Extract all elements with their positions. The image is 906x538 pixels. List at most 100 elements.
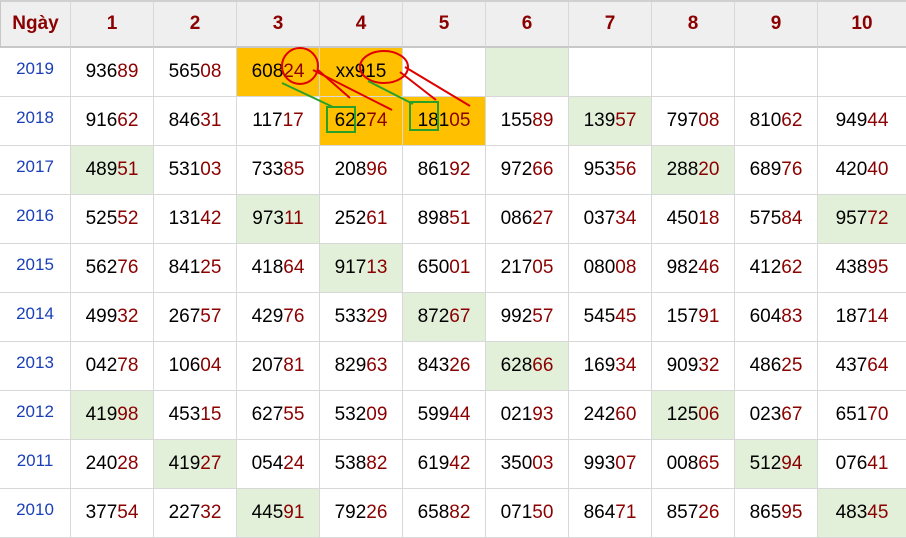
number-head: 865 (749, 502, 782, 523)
number-head: 792 (334, 502, 367, 523)
number-head: 125 (666, 404, 699, 425)
year-link[interactable]: 2013 (0, 342, 71, 391)
number-cell: 021 93 (486, 391, 569, 440)
number-head: 917 (334, 257, 367, 278)
number-head: 993 (583, 453, 616, 474)
number-tail: 11 (283, 208, 304, 229)
number-head: 619 (417, 453, 450, 474)
number-head: 419 (168, 453, 201, 474)
number-head: 797 (666, 110, 699, 131)
number-cell: 483 45 (818, 489, 906, 538)
number-head: 627 (251, 404, 284, 425)
number-head: 117 (252, 110, 283, 131)
number-cell (569, 48, 652, 97)
number-tail: 93 (532, 404, 554, 425)
number-tail: 03 (200, 159, 222, 180)
number-head: 531 (168, 159, 201, 180)
number-cell: 797 08 (652, 97, 735, 146)
number-cell: xx915 (320, 48, 403, 97)
number-cell: 861 92 (403, 146, 486, 195)
number-head: 953 (583, 159, 616, 180)
number-head: 949 (835, 110, 868, 131)
number-head: 532 (334, 404, 367, 425)
number-tail: 44 (867, 110, 889, 131)
number-head: 857 (666, 502, 699, 523)
number-cell: 628 66 (486, 342, 569, 391)
number-tail: 07 (615, 453, 637, 474)
year-link[interactable]: 2015 (0, 244, 71, 293)
number-cell: 429 76 (237, 293, 320, 342)
number-cell (652, 48, 735, 97)
number-cell: 512 94 (735, 440, 818, 489)
header-col-9: 9 (735, 2, 818, 48)
number-cell: 533 29 (320, 293, 403, 342)
number-head: 565 (168, 61, 201, 82)
number-cell: 627 55 (237, 391, 320, 440)
number-tail: 55 (283, 404, 305, 425)
number-head: 418 (251, 257, 284, 278)
year-link[interactable]: 2019 (0, 48, 71, 97)
number-tail: 52 (117, 208, 139, 229)
number-tail: 89 (117, 61, 139, 82)
number-cell: 106 04 (154, 342, 237, 391)
number-tail: 05 (532, 257, 554, 278)
number-cell: 252 61 (320, 195, 403, 244)
number-cell: 608 24 (237, 48, 320, 97)
number-tail: 09 (366, 404, 388, 425)
number-tail: 32 (117, 306, 139, 327)
number-tail: 50 (532, 502, 554, 523)
number-head: 486 (749, 355, 782, 376)
year-link[interactable]: 2012 (0, 391, 71, 440)
number-cell: 054 24 (237, 440, 320, 489)
number-cell: 810 62 (735, 97, 818, 146)
year-link[interactable]: 2010 (0, 489, 71, 538)
number-cell: 208 96 (320, 146, 403, 195)
partial-number: xx915 (335, 61, 387, 82)
number-tail: 62 (781, 110, 803, 131)
number-tail: 03 (532, 453, 554, 474)
number-tail: 84 (781, 208, 803, 229)
header-col-7: 7 (569, 2, 652, 48)
number-cell: 420 40 (818, 146, 906, 195)
number-cell: 023 67 (735, 391, 818, 440)
number-head: 071 (500, 502, 533, 523)
number-head: 604 (749, 306, 782, 327)
header-col-8: 8 (652, 2, 735, 48)
number-tail: 14 (867, 306, 889, 327)
number-tail: 51 (117, 159, 139, 180)
number-head: 419 (85, 404, 118, 425)
number-head: 217 (500, 257, 533, 278)
year-link[interactable]: 2018 (0, 97, 71, 146)
number-tail: 54 (117, 502, 139, 523)
year-link[interactable]: 2014 (0, 293, 71, 342)
number-cell: 217 05 (486, 244, 569, 293)
number-tail: 66 (532, 159, 554, 180)
number-tail: 91 (283, 502, 305, 523)
number-tail: 08 (698, 110, 720, 131)
number-cell: 599 44 (403, 391, 486, 440)
number-tail: 17 (282, 110, 304, 131)
number-tail: 25 (200, 257, 222, 278)
number-head: 288 (666, 159, 699, 180)
year-link[interactable]: 2017 (0, 146, 71, 195)
number-head: 008 (666, 453, 699, 474)
number-cell: 792 26 (320, 489, 403, 538)
number-tail: 66 (532, 355, 554, 376)
number-cell (735, 48, 818, 97)
number-cell: 071 50 (486, 489, 569, 538)
number-cell (818, 48, 906, 97)
number-cell: 619 42 (403, 440, 486, 489)
number-cell: 288 20 (652, 146, 735, 195)
number-cell: 916 62 (71, 97, 154, 146)
number-cell: 267 57 (154, 293, 237, 342)
number-cell: 532 09 (320, 391, 403, 440)
number-head: 429 (251, 306, 284, 327)
number-cell: 227 32 (154, 489, 237, 538)
year-link[interactable]: 2011 (0, 440, 71, 489)
number-tail: 81 (283, 355, 305, 376)
year-link[interactable]: 2016 (0, 195, 71, 244)
number-cell: 525 52 (71, 195, 154, 244)
number-cell: 080 08 (569, 244, 652, 293)
number-head: 377 (85, 502, 118, 523)
number-tail: 44 (449, 404, 471, 425)
